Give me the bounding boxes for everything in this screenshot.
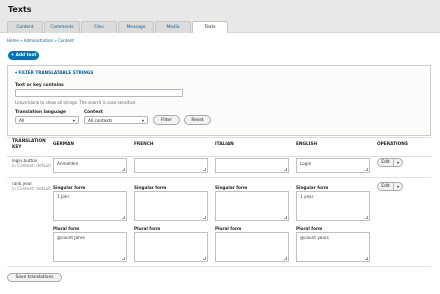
col-header-key: TRANSLATION KEY xyxy=(12,139,46,150)
add-text-button[interactable]: + Add text xyxy=(8,51,39,60)
english-singular-value: 1 year xyxy=(300,194,314,199)
singular-label: Singular form xyxy=(53,185,86,190)
english-value: Login xyxy=(300,161,312,166)
tab-media[interactable]: Media xyxy=(155,21,191,33)
german-singular-value: 1 Jahr xyxy=(57,194,70,199)
edit-button[interactable]: Edit xyxy=(378,159,394,166)
col-header-operations: OPERATIONS xyxy=(377,142,408,147)
french-translation-field[interactable] xyxy=(134,158,208,173)
tab-comments[interactable]: Comments xyxy=(44,21,80,33)
german-singular-field[interactable]: 1 Jahr xyxy=(53,191,127,221)
singular-label: Singular form xyxy=(134,185,167,190)
key-context: in Context: default xyxy=(12,186,52,191)
context-label: Context xyxy=(84,110,103,115)
page-header: Texts Content Comments Files Message Med… xyxy=(0,0,440,33)
chevron-down-icon: ▾ xyxy=(72,117,75,123)
chevron-down-icon: ▾ xyxy=(141,117,144,123)
resize-handle-icon[interactable] xyxy=(203,257,206,260)
col-header-italian: ITALIAN xyxy=(215,142,234,147)
col-header-german: GERMAN xyxy=(53,142,74,147)
reset-button[interactable]: Reset xyxy=(184,115,211,125)
search-label: Text or key contains xyxy=(15,83,64,88)
tab-content[interactable]: Content xyxy=(7,21,43,33)
edit-button[interactable]: Edit xyxy=(378,183,394,190)
language-select-value: All xyxy=(19,117,25,123)
singular-label: Singular form xyxy=(296,185,329,190)
plural-label: Plural form xyxy=(296,226,323,231)
context-select[interactable]: All contexts ▾ xyxy=(84,116,148,124)
resize-handle-icon[interactable] xyxy=(122,257,125,260)
singular-label: Singular form xyxy=(215,185,248,190)
resize-handle-icon[interactable] xyxy=(122,216,125,219)
english-singular-field[interactable]: 1 year xyxy=(296,191,370,221)
translation-key: login.button in Context: default xyxy=(12,158,51,168)
tab-files[interactable]: Files xyxy=(81,21,117,33)
chevron-down-icon[interactable]: ▾ xyxy=(394,159,402,166)
english-plural-field[interactable]: @count years xyxy=(296,232,370,262)
col-header-french: FRENCH xyxy=(134,142,154,147)
resize-handle-icon[interactable] xyxy=(284,257,287,260)
resize-handle-icon[interactable] xyxy=(284,168,287,171)
language-select[interactable]: All ▾ xyxy=(15,116,79,124)
search-input[interactable] xyxy=(15,89,183,97)
resize-handle-icon[interactable] xyxy=(203,168,206,171)
search-hint: Leave blank to show all strings. The sea… xyxy=(15,100,137,105)
row-operations: Edit ▾ xyxy=(377,182,403,191)
resize-handle-icon[interactable] xyxy=(365,168,368,171)
filter-button[interactable]: Filter xyxy=(153,115,180,125)
save-translations-button[interactable]: Save translations xyxy=(7,273,62,282)
resize-handle-icon[interactable] xyxy=(122,168,125,171)
row-operations: Edit ▾ xyxy=(377,158,403,167)
context-select-value: All contexts xyxy=(88,117,113,123)
plural-label: Plural form xyxy=(53,226,80,231)
breadcrumb[interactable]: Home » Administration » Content xyxy=(7,38,74,43)
chevron-down-icon[interactable]: ▾ xyxy=(394,183,402,190)
key-context: in Context: default xyxy=(12,163,52,168)
page-title: Texts xyxy=(8,5,32,14)
tab-texts[interactable]: Texts xyxy=(192,21,228,33)
german-translation-field[interactable]: Anmelden xyxy=(53,158,127,173)
filter-panel: ▾ FILTER TRANSLATABLE STRINGS Text or ke… xyxy=(7,65,431,136)
french-singular-field[interactable] xyxy=(134,191,208,221)
italian-singular-field[interactable] xyxy=(215,191,289,221)
resize-handle-icon[interactable] xyxy=(365,216,368,219)
german-plural-value: @count Jahre xyxy=(57,235,85,240)
german-value: Anmelden xyxy=(57,161,79,166)
language-label: Translation language xyxy=(15,110,66,115)
plural-label: Plural form xyxy=(134,226,161,231)
french-plural-field[interactable] xyxy=(134,232,208,262)
resize-handle-icon[interactable] xyxy=(203,216,206,219)
english-translation-field[interactable]: Login xyxy=(296,158,370,173)
english-plural-value: @count years xyxy=(300,235,329,240)
tab-bar: Content Comments Files Message Media Tex… xyxy=(7,21,229,33)
italian-translation-field[interactable] xyxy=(215,158,289,173)
col-header-english: ENGLISH xyxy=(296,142,318,147)
translation-key: rank.year in Context: default xyxy=(12,181,51,191)
italian-plural-field[interactable] xyxy=(215,232,289,262)
resize-handle-icon[interactable] xyxy=(284,216,287,219)
resize-handle-icon[interactable] xyxy=(365,257,368,260)
tab-message[interactable]: Message xyxy=(118,21,154,33)
filter-toggle[interactable]: ▾ FILTER TRANSLATABLE STRINGS xyxy=(15,70,93,75)
german-plural-field[interactable]: @count Jahre xyxy=(53,232,127,262)
plural-label: Plural form xyxy=(215,226,242,231)
